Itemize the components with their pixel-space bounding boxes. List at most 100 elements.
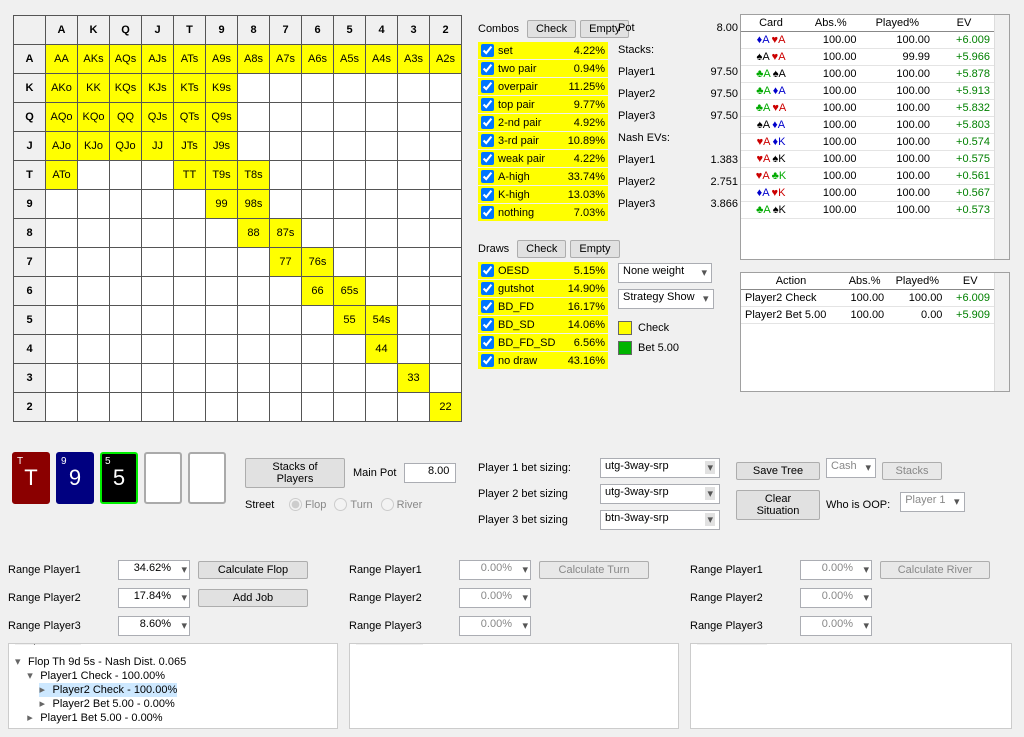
grid-cell-Q7s[interactable] — [270, 103, 302, 132]
draw-checkbox[interactable] — [481, 318, 494, 331]
grid-cell-84o[interactable] — [238, 335, 270, 364]
ev-row[interactable]: ♥A ♠K100.00100.00+0.575 — [741, 151, 994, 168]
grid-cell-73s[interactable] — [398, 248, 430, 277]
draw-row-4[interactable]: BD_FD_SD6.56% — [478, 334, 608, 351]
grid-cell-T6o[interactable] — [174, 277, 206, 306]
grid-cell-J4s[interactable] — [366, 132, 398, 161]
combo-checkbox[interactable] — [481, 62, 494, 75]
combo-row-2[interactable]: overpair11.25% — [478, 78, 608, 95]
grid-cell-A5s[interactable]: A5s — [334, 45, 366, 74]
board-card-5[interactable]: 55 — [100, 452, 138, 504]
grid-cell-32o[interactable] — [398, 393, 430, 422]
grid-cell-T6s[interactable] — [302, 161, 334, 190]
grid-cell-KQo[interactable]: KQo — [78, 103, 110, 132]
grid-cell-QTs[interactable]: QTs — [174, 103, 206, 132]
draw-row-2[interactable]: BD_FD16.17% — [478, 298, 608, 315]
grid-cell-73o[interactable] — [270, 364, 302, 393]
grid-cell-K4s[interactable] — [366, 74, 398, 103]
grid-cell-K9o[interactable] — [78, 190, 110, 219]
grid-cell-A3o[interactable] — [46, 364, 78, 393]
grid-cell-75o[interactable] — [270, 306, 302, 335]
draw-checkbox[interactable] — [481, 282, 494, 295]
grid-cell-K2s[interactable] — [430, 74, 462, 103]
grid-cell-J7o[interactable] — [142, 248, 174, 277]
rp3-select[interactable]: 8.60% — [118, 616, 190, 636]
grid-cell-JTs[interactable]: JTs — [174, 132, 206, 161]
ev-row[interactable]: ♣A ♦A100.00100.00+5.913 — [741, 83, 994, 100]
grid-cell-42s[interactable] — [430, 335, 462, 364]
combo-checkbox[interactable] — [481, 116, 494, 129]
grid-cell-T8o[interactable] — [174, 219, 206, 248]
grid-cell-A7o[interactable] — [46, 248, 78, 277]
grid-cell-A4s[interactable]: A4s — [366, 45, 398, 74]
grid-cell-K5o[interactable] — [78, 306, 110, 335]
grid-cell-52s[interactable] — [430, 306, 462, 335]
ev-row[interactable]: ♣A ♠A100.00100.00+5.878 — [741, 66, 994, 83]
grid-cell-52o[interactable] — [334, 393, 366, 422]
grid-cell-QJo[interactable]: QJo — [110, 132, 142, 161]
draw-checkbox[interactable] — [481, 264, 494, 277]
stacks-of-players-button[interactable]: Stacks of Players — [245, 458, 345, 488]
grid-cell-44[interactable]: 44 — [366, 335, 398, 364]
calculate-river-button[interactable]: Calculate River — [880, 561, 990, 579]
ev-row[interactable]: ♦A ♥K100.00100.00+0.567 — [741, 185, 994, 202]
grid-cell-KTo[interactable] — [78, 161, 110, 190]
grid-cell-Q4s[interactable] — [366, 103, 398, 132]
grid-cell-86o[interactable] — [238, 277, 270, 306]
grid-cell-KK[interactable]: KK — [78, 74, 110, 103]
grid-cell-J6s[interactable] — [302, 132, 334, 161]
grid-cell-63o[interactable] — [302, 364, 334, 393]
combo-row-4[interactable]: 2-nd pair4.92% — [478, 114, 608, 131]
grid-cell-T9s[interactable]: T9s — [206, 161, 238, 190]
board-card-turn[interactable] — [144, 452, 182, 504]
combo-row-9[interactable]: nothing7.03% — [478, 204, 608, 221]
grid-cell-53o[interactable] — [334, 364, 366, 393]
stacks-button[interactable]: Stacks — [882, 462, 942, 480]
range-grid[interactable]: AKQJT98765432AAAAKsAQsAJsATsA9sA8sA7sA6s… — [13, 15, 462, 422]
grid-cell-65s[interactable]: 65s — [334, 277, 366, 306]
grid-cell-Q5o[interactable] — [110, 306, 142, 335]
grid-cell-76o[interactable] — [270, 277, 302, 306]
grid-cell-J9o[interactable] — [142, 190, 174, 219]
grid-cell-T9o[interactable] — [174, 190, 206, 219]
grid-cell-J8o[interactable] — [142, 219, 174, 248]
grid-cell-64s[interactable] — [366, 277, 398, 306]
tree-node[interactable]: ▸ Player2 Check - 100.00% — [15, 683, 331, 697]
ev-card-table[interactable]: CardAbs.%Played%EV♦A ♥A100.00100.00+6.00… — [740, 14, 1010, 260]
grid-cell-K3o[interactable] — [78, 364, 110, 393]
grid-cell-J8s[interactable] — [238, 132, 270, 161]
grid-cell-43s[interactable] — [398, 335, 430, 364]
grid-cell-54o[interactable] — [334, 335, 366, 364]
grid-cell-AJo[interactable]: AJo — [46, 132, 78, 161]
grid-cell-83o[interactable] — [238, 364, 270, 393]
grid-cell-Q2s[interactable] — [430, 103, 462, 132]
trp1-select[interactable]: 0.00% — [459, 560, 531, 580]
grid-cell-94o[interactable] — [206, 335, 238, 364]
grid-cell-KQs[interactable]: KQs — [110, 74, 142, 103]
turn-actions-panel[interactable]: Turn Actions — [349, 643, 679, 729]
ev-row[interactable]: ♠A ♥A100.0099.99+5.966 — [741, 49, 994, 66]
combo-checkbox[interactable] — [481, 98, 494, 111]
grid-cell-K8o[interactable] — [78, 219, 110, 248]
grid-cell-A7s[interactable]: A7s — [270, 45, 302, 74]
combo-row-8[interactable]: K-high13.03% — [478, 186, 608, 203]
grid-cell-ATs[interactable]: ATs — [174, 45, 206, 74]
ev-row[interactable]: ♣A ♥A100.00100.00+5.832 — [741, 100, 994, 117]
grid-cell-22[interactable]: 22 — [430, 393, 462, 422]
scrollbar[interactable] — [994, 15, 1009, 259]
cash-select[interactable]: Cash — [826, 458, 876, 478]
clear-situation-button[interactable]: Clear Situation — [736, 490, 820, 520]
grid-cell-97o[interactable] — [206, 248, 238, 277]
grid-cell-82s[interactable] — [430, 219, 462, 248]
grid-cell-J7s[interactable] — [270, 132, 302, 161]
grid-cell-T7s[interactable] — [270, 161, 302, 190]
grid-cell-53s[interactable] — [398, 306, 430, 335]
trp3-select[interactable]: 0.00% — [459, 616, 531, 636]
draw-row-1[interactable]: gutshot14.90% — [478, 280, 608, 297]
grid-cell-QQ[interactable]: QQ — [110, 103, 142, 132]
grid-cell-76s[interactable]: 76s — [302, 248, 334, 277]
grid-cell-Q5s[interactable] — [334, 103, 366, 132]
grid-cell-J5o[interactable] — [142, 306, 174, 335]
grid-cell-J9s[interactable]: J9s — [206, 132, 238, 161]
ev-action-row[interactable]: Player2 Bet 5.00100.000.00+5.909 — [741, 307, 994, 324]
